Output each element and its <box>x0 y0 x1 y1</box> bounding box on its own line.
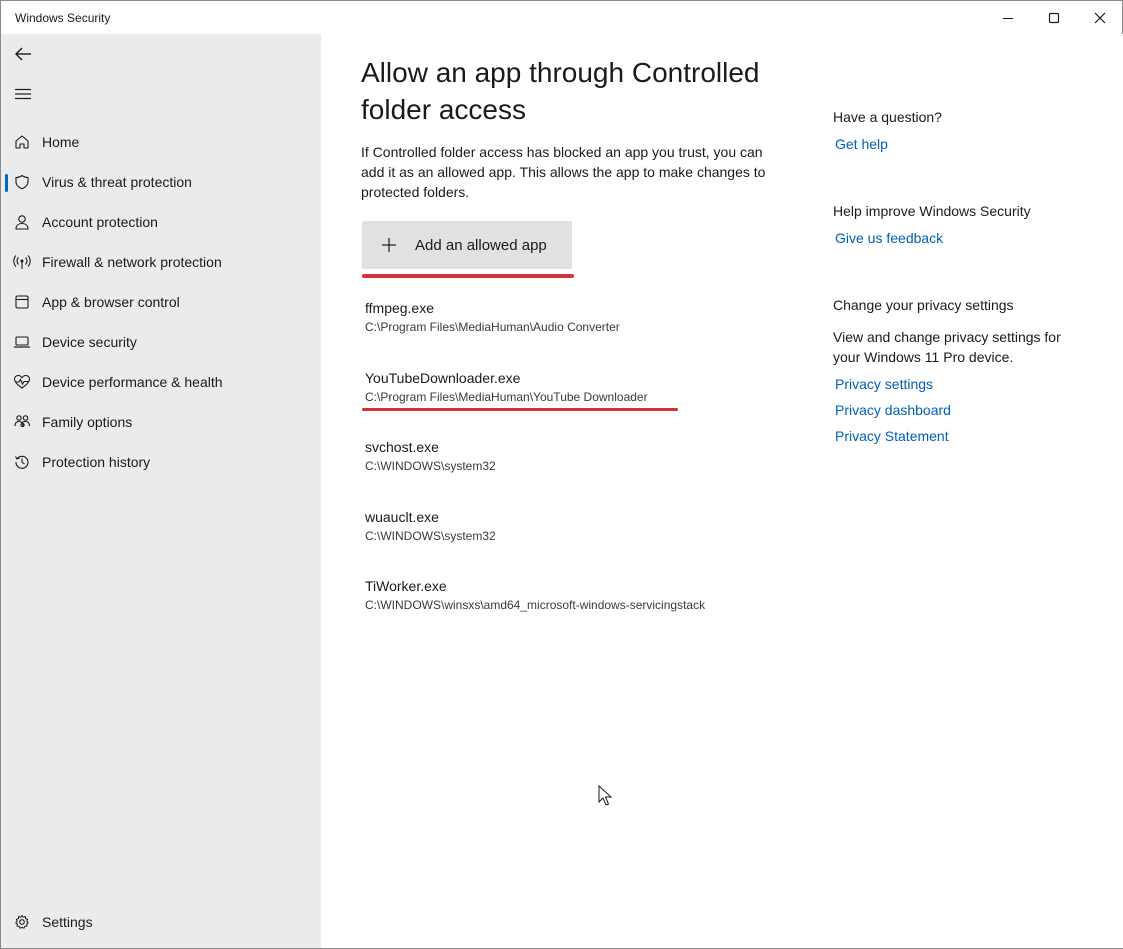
sidebar-item-settings[interactable]: Settings <box>5 904 315 940</box>
sidebar-item-family-options[interactable]: Family options <box>5 404 315 440</box>
mouse-cursor-icon <box>598 785 612 806</box>
question-heading: Have a question? <box>833 109 942 125</box>
privacy-dashboard-link[interactable]: Privacy dashboard <box>835 402 951 418</box>
get-help-link[interactable]: Get help <box>835 136 888 152</box>
sidebar-item-label: Device performance & health <box>42 374 223 390</box>
gear-icon <box>12 912 32 932</box>
feedback-link[interactable]: Give us feedback <box>835 230 943 246</box>
privacy-heading: Change your privacy settings <box>833 297 1014 313</box>
app-name: ffmpeg.exe <box>365 300 435 316</box>
app-name: svchost.exe <box>365 439 439 455</box>
app-path: C:\Program Files\MediaHuman\Audio Conver… <box>365 320 620 334</box>
sidebar-item-label: Device security <box>42 334 137 350</box>
minimize-button[interactable] <box>985 1 1031 34</box>
app-window-icon <box>12 292 32 312</box>
window-title: Windows Security <box>15 11 111 25</box>
sidebar-item-label: App & browser control <box>42 294 180 310</box>
app-name: TiWorker.exe <box>365 578 447 594</box>
maximize-button[interactable] <box>1031 1 1077 34</box>
history-icon <box>12 452 32 472</box>
laptop-icon <box>12 332 32 352</box>
back-button[interactable] <box>11 42 35 66</box>
list-item[interactable]: ffmpeg.exe C:\Program Files\MediaHuman\A… <box>365 299 785 335</box>
list-item[interactable]: wuauclt.exe C:\WINDOWS\system32 <box>365 508 785 544</box>
list-item[interactable]: svchost.exe C:\WINDOWS\system32 <box>365 438 785 474</box>
back-arrow-icon <box>15 47 31 61</box>
selection-indicator <box>5 174 8 192</box>
sidebar-item-firewall-network-protection[interactable]: Firewall & network protection <box>5 244 315 280</box>
improve-heading: Help improve Windows Security <box>833 203 1031 219</box>
sidebar-item-device-performance-health[interactable]: Device performance & health <box>5 364 315 400</box>
annotation-underline <box>362 274 574 278</box>
annotation-underline <box>362 408 678 411</box>
sidebar-item-virus-threat-protection[interactable]: Virus & threat protection <box>5 164 315 200</box>
sidebar-item-label: Protection history <box>42 454 151 470</box>
sidebar-item-label: Account protection <box>42 214 158 230</box>
sidebar-item-label: Family options <box>42 414 133 430</box>
sidebar-item-label: Home <box>42 134 80 150</box>
add-allowed-app-label: Add an allowed app <box>415 236 547 254</box>
sidebar-item-label: Firewall & network protection <box>42 254 222 270</box>
app-path: C:\WINDOWS\winsxs\amd64_microsoft-window… <box>365 598 706 612</box>
app-path: C:\WINDOWS\system32 <box>365 529 496 543</box>
close-icon <box>1094 12 1106 23</box>
page-description: If Controlled folder access has blocked … <box>361 144 766 200</box>
app-path: C:\Program Files\MediaHuman\YouTube Down… <box>365 390 648 404</box>
minimize-icon <box>1003 17 1013 19</box>
app-path: C:\WINDOWS\system32 <box>365 459 496 473</box>
main-content: Allow an app through Controlled folder a… <box>321 34 1123 948</box>
sidebar-item-home[interactable]: Home <box>5 124 315 160</box>
hamburger-icon <box>15 88 31 100</box>
page-title: Allow an app through Controlled folder a… <box>361 57 760 125</box>
sidebar-item-label: Settings <box>42 914 93 930</box>
privacy-statement-link[interactable]: Privacy Statement <box>835 428 949 444</box>
sidebar-item-label: Virus & threat protection <box>42 174 192 190</box>
antenna-icon <box>12 252 32 272</box>
sidebar-item-protection-history[interactable]: Protection history <box>5 444 315 480</box>
privacy-settings-link[interactable]: Privacy settings <box>835 376 933 392</box>
privacy-text: View and change privacy settings for you… <box>833 329 1061 365</box>
hamburger-menu-button[interactable] <box>11 82 35 106</box>
add-allowed-app-button[interactable]: Add an allowed app <box>362 221 572 269</box>
close-button[interactable] <box>1077 1 1123 34</box>
home-icon <box>12 132 32 152</box>
app-name: wuauclt.exe <box>365 509 439 525</box>
sidebar-item-app-browser-control[interactable]: App & browser control <box>5 284 315 320</box>
heart-pulse-icon <box>12 372 32 392</box>
list-item[interactable]: TiWorker.exe C:\WINDOWS\winsxs\amd64_mic… <box>365 577 785 613</box>
person-icon <box>12 212 32 232</box>
title-bar: Windows Security <box>1 1 1122 34</box>
plus-icon <box>380 236 398 254</box>
list-item[interactable]: YouTubeDownloader.exe C:\Program Files\M… <box>365 369 785 405</box>
sidebar-item-account-protection[interactable]: Account protection <box>5 204 315 240</box>
app-name: YouTubeDownloader.exe <box>365 370 521 386</box>
shield-icon <box>12 172 32 192</box>
sidebar: Home Virus & threat protection Account p… <box>1 34 321 948</box>
sidebar-item-device-security[interactable]: Device security <box>5 324 315 360</box>
maximize-icon <box>1048 12 1060 23</box>
family-icon <box>12 412 32 432</box>
windows-security-window: Windows Security Home Virus & threat pro… <box>0 0 1123 949</box>
